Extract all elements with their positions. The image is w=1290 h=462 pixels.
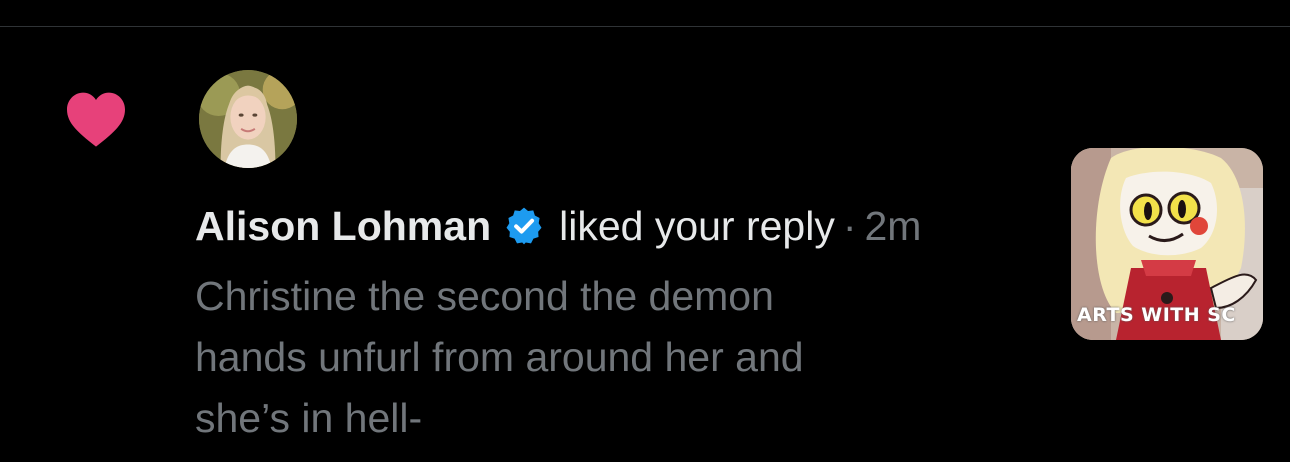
separator-dot: · bbox=[842, 203, 857, 249]
heart-icon bbox=[64, 90, 128, 148]
post-thumbnail[interactable]: ARTS WITH SC bbox=[1071, 148, 1263, 340]
author-name[interactable]: Alison Lohman bbox=[195, 200, 491, 252]
thumbnail-watermark: ARTS WITH SC bbox=[1077, 304, 1236, 326]
reply-line: hands unfurl from around her and bbox=[195, 334, 804, 380]
action-text: liked your reply bbox=[559, 203, 835, 249]
reply-line: Christine the second the demon bbox=[195, 273, 774, 319]
timestamp: 2m bbox=[864, 203, 922, 249]
notification-headline: Alison Lohman liked your reply · 2m bbox=[195, 200, 921, 252]
user-avatar[interactable] bbox=[199, 70, 297, 168]
reply-text[interactable]: Christine the second the demon hands unf… bbox=[195, 266, 955, 449]
verified-badge-icon bbox=[503, 205, 545, 247]
reply-line: she’s in hell- bbox=[195, 395, 423, 441]
